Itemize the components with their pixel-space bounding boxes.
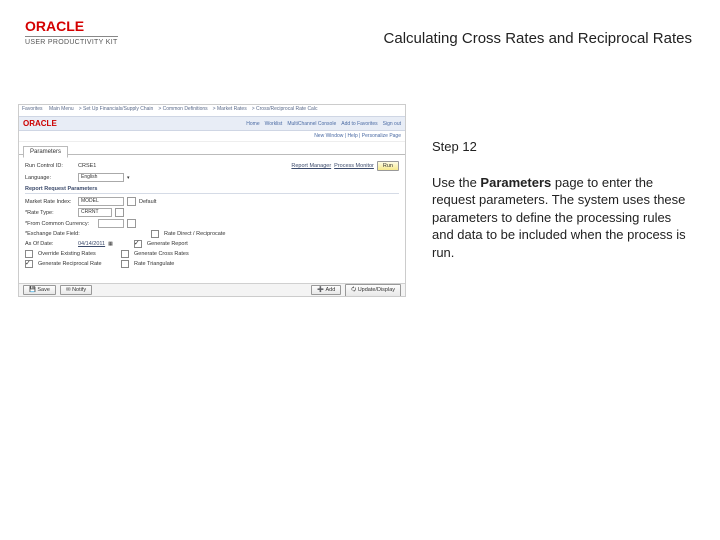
run-button[interactable]: Run: [377, 161, 399, 171]
asof-label: As Of Date:: [25, 241, 75, 247]
run-control-label: Run Control ID:: [25, 163, 75, 169]
mrindex-label: Market Rate Index:: [25, 199, 75, 205]
crumb-item[interactable]: Common Definitions: [163, 106, 208, 112]
language-select[interactable]: English: [78, 173, 124, 182]
breadcrumb: Favorites Main Menu> Set Up Financials/S…: [19, 105, 405, 117]
process-monitor-link[interactable]: Process Monitor: [334, 163, 374, 169]
report-manager-link[interactable]: Report Manager: [291, 163, 331, 169]
brand-logo: ORACLE: [25, 18, 118, 34]
crumb-item[interactable]: Main Menu: [49, 106, 74, 112]
lookup-icon[interactable]: [127, 197, 136, 206]
from-currency-input[interactable]: [98, 219, 124, 228]
oracle-logo: ORACLE: [23, 119, 57, 128]
step-label: Step 12: [432, 138, 692, 156]
page-root: ORACLE USER PRODUCTIVITY KIT Calculating…: [0, 0, 720, 540]
link-mcc[interactable]: MultiChannel Console: [287, 121, 336, 127]
cross-label: Generate Cross Rates: [134, 251, 189, 257]
step-block: Step 12 Use the Parameters page to enter…: [432, 138, 692, 261]
link-worklist[interactable]: Worklist: [265, 121, 283, 127]
notify-icon: ✉: [66, 287, 71, 293]
gen-report-checkbox[interactable]: [134, 240, 142, 248]
page-title: Calculating Cross Rates and Reciprocal R…: [384, 30, 692, 47]
plus-icon: ➕: [317, 287, 324, 293]
app-header: ORACLE Home Worklist MultiChannel Consol…: [19, 117, 405, 131]
recip-direct-checkbox[interactable]: [151, 230, 159, 238]
from-currency-label: *From Common Currency:: [25, 221, 95, 227]
override-label: Override Existing Rates: [38, 251, 118, 257]
crumb-item[interactable]: Set Up Financials/Supply Chain: [83, 106, 153, 112]
add-button[interactable]: ➕ Add: [311, 285, 341, 295]
rate-type-input[interactable]: CRRNT: [78, 208, 112, 217]
link-fav[interactable]: Add to Favorites: [341, 121, 377, 127]
lookup-icon[interactable]: [127, 219, 136, 228]
rate-type-label: *Rate Type:: [25, 210, 75, 216]
recip-rate-label: Generate Reciprocal Rate: [38, 261, 118, 267]
crumb-item[interactable]: Favorites: [22, 106, 43, 112]
section-report-params: Report Request Parameters: [25, 186, 399, 194]
override-checkbox[interactable]: [25, 250, 33, 258]
step-text: Use the Parameters page to enter the req…: [432, 174, 692, 262]
step-text-bold: Parameters: [480, 175, 551, 190]
triangulate-checkbox[interactable]: [121, 260, 129, 268]
save-button[interactable]: 💾 Save: [23, 285, 56, 295]
lookup-icon[interactable]: [115, 208, 124, 217]
update-icon: 🗘: [351, 287, 356, 293]
notify-button[interactable]: ✉ Notify: [60, 285, 92, 295]
brand-subtitle: USER PRODUCTIVITY KIT: [25, 36, 118, 46]
crumb-item[interactable]: Cross/Reciprocal Rate Calc: [256, 106, 317, 112]
run-control-value: CRSE1: [78, 163, 96, 169]
triangulate-label: Rate Triangulate: [134, 261, 174, 267]
link-home[interactable]: Home: [246, 121, 259, 127]
default-text: Default: [139, 199, 156, 205]
crumb-item[interactable]: Market Rates: [217, 106, 247, 112]
tab-bar: Parameters: [19, 142, 405, 155]
brand-block: ORACLE USER PRODUCTIVITY KIT: [25, 18, 118, 46]
form-body: Run Control ID: CRSE1 Report Manager Pro…: [19, 155, 405, 274]
header-links: Home Worklist MultiChannel Console Add t…: [246, 121, 401, 127]
language-label: Language:: [25, 175, 75, 181]
app-screenshot: Favorites Main Menu> Set Up Financials/S…: [18, 104, 406, 297]
recip-direct-label: Rate Direct / Reciprocate: [164, 231, 225, 237]
footer-bar: 💾 Save ✉ Notify ➕ Add 🗘 Update/Display: [19, 283, 405, 296]
page-tools[interactable]: New Window | Help | Personalize Page: [19, 131, 405, 142]
chevron-down-icon[interactable]: ▾: [127, 175, 130, 181]
asof-value[interactable]: 04/14/2011: [78, 241, 105, 247]
mrindex-input[interactable]: MODEL: [78, 197, 124, 206]
step-text-before: Use the: [432, 175, 480, 190]
calendar-icon[interactable]: ▦: [108, 241, 113, 247]
cross-checkbox[interactable]: [121, 250, 129, 258]
recip-rate-checkbox[interactable]: [25, 260, 33, 268]
link-signout[interactable]: Sign out: [383, 121, 401, 127]
tab-parameters[interactable]: Parameters: [23, 146, 68, 158]
gen-report-label: Generate Report: [147, 241, 188, 247]
save-icon: 💾: [29, 287, 36, 293]
exchange-date-label: *Exchange Date Field:: [25, 231, 95, 237]
update-button[interactable]: 🗘 Update/Display: [345, 284, 401, 297]
